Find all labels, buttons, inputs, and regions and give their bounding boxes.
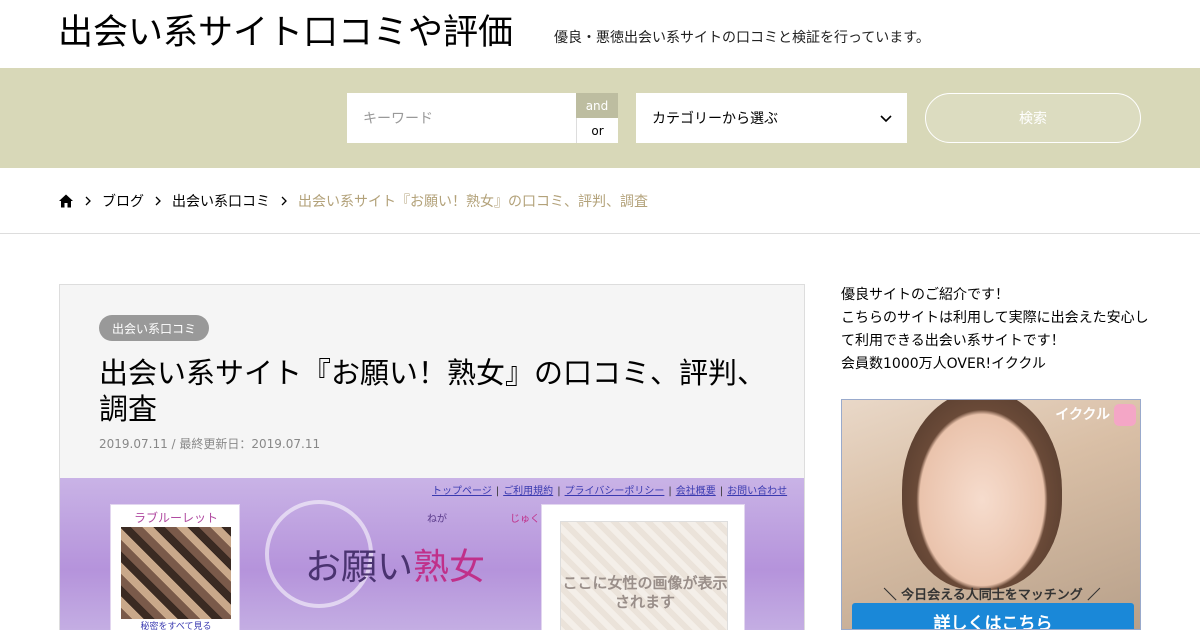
- banner-link-contact: お問い合わせ: [727, 486, 788, 497]
- app-icon: [1114, 404, 1136, 426]
- sidebar-intro: 優良サイトのご紹介です！ こちらのサイトは利用して実際に出会えた安心して利用でき…: [841, 284, 1151, 376]
- sidebar-ad-banner[interactable]: イククル ＼ 今日会える人同士をマッチング ／ 詳しくはこちら: [841, 399, 1141, 630]
- banner-placeholder-image: ここに女性の画像が表示されます: [560, 521, 728, 630]
- banner-logo-main: お願い: [305, 547, 414, 588]
- banner-logo-accent: 熟女: [413, 547, 486, 588]
- ad-model-photo: [902, 400, 1062, 590]
- banner-link-privacy: プライバシーポリシー: [564, 486, 665, 497]
- banner-link-company: 会社概要: [675, 486, 716, 497]
- article-date: 2019.07.11 / 最終更新日：2019.07.11: [99, 437, 321, 451]
- ad-cta-button[interactable]: 詳しくはこちら: [852, 603, 1134, 629]
- sidebar-line: こちらのサイトは利用して実際に出会えた安心して利用できる出会い系サイトです！: [841, 310, 1149, 349]
- banner-link-terms: ご利用規約: [503, 486, 554, 497]
- search-bar: キーワード and or カテゴリーから選ぶ 検索: [0, 68, 1200, 168]
- chevron-down-icon: [880, 115, 892, 123]
- banner-placeholder-box: ここに女性の画像が表示されます: [541, 504, 745, 630]
- banner-link-top: トップページ: [432, 486, 492, 497]
- banner-profile-title: ラブルーレット: [133, 511, 218, 525]
- ad-tagline: ＼ 今日会える人同士をマッチング ／: [883, 588, 1101, 603]
- banner-placeholder-text: ここに女性の画像が表示されます: [562, 574, 728, 611]
- article-featured-image: トップページ | ご利用規約 | プライバシーポリシー | 会社概要 | お問い合わせ ラブルー…: [60, 478, 804, 630]
- breadcrumb: ブログ 出会い系口コミ 出会い系サイト『お願い！熟女』の口コミ、評判、調査: [0, 168, 1200, 234]
- banner-logo: お願い熟女: [305, 538, 485, 590]
- site-title[interactable]: 出会い系サイト口コミや評価: [58, 8, 513, 58]
- and-option[interactable]: and: [576, 93, 618, 118]
- sidebar-line: 優良サイトのご紹介です！: [841, 287, 1009, 303]
- home-icon[interactable]: [58, 193, 74, 209]
- category-select-value: カテゴリーから選ぶ: [652, 111, 778, 127]
- article-title: 出会い系サイト『お願い！熟女』の口コミ、評判、調査: [99, 356, 767, 426]
- banner-profile-link: 秘密をすべて見る: [140, 622, 212, 630]
- breadcrumb-item-category[interactable]: 出会い系口コミ: [172, 191, 270, 211]
- banner-profile-box: ラブルーレット 秘密をすべて見る: [110, 504, 240, 630]
- chevron-right-icon: [281, 196, 287, 206]
- banner-profile-photo: [121, 527, 231, 619]
- breadcrumb-item-blog[interactable]: ブログ: [102, 191, 144, 211]
- breadcrumb-current: 出会い系サイト『お願い！熟女』の口コミ、評判、調査: [298, 194, 648, 210]
- keyword-input[interactable]: キーワード: [347, 93, 576, 143]
- or-option[interactable]: or: [576, 118, 618, 143]
- category-select[interactable]: カテゴリーから選ぶ: [636, 93, 907, 143]
- ad-brand: イククル: [1055, 407, 1110, 423]
- chevron-right-icon: [155, 196, 161, 206]
- site-header: 出会い系サイト口コミや評価 優良・悪徳出会い系サイトの口コミと検証を行っています…: [0, 0, 1200, 68]
- site-description: 優良・悪徳出会い系サイトの口コミと検証を行っています。: [554, 30, 930, 46]
- chevron-right-icon: [85, 196, 91, 206]
- search-button[interactable]: 検索: [925, 93, 1141, 143]
- sidebar-line: 会員数1000万人OVER!イククル: [841, 356, 1046, 372]
- banner-nav-links: トップページ | ご利用規約 | プライバシーポリシー | 会社概要 | お問い合わせ: [432, 486, 788, 497]
- category-badge[interactable]: 出会い系口コミ: [99, 315, 210, 341]
- banner-logo-ruby: ねが: [427, 514, 447, 525]
- article-card: 出会い系口コミ 出会い系サイト『お願い！熟女』の口コミ、評判、調査 2019.0…: [59, 284, 805, 630]
- and-or-toggle: and or: [576, 93, 618, 143]
